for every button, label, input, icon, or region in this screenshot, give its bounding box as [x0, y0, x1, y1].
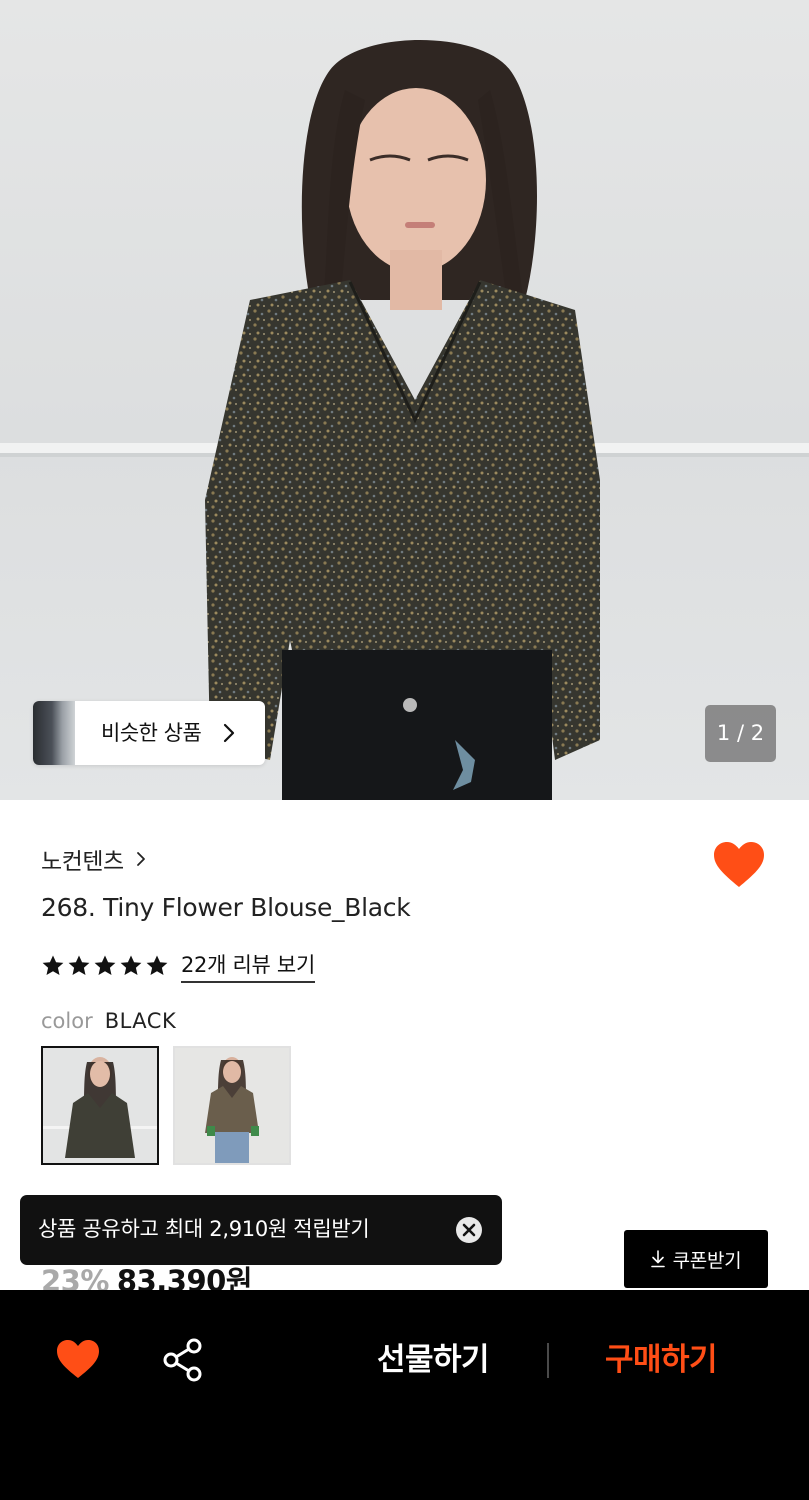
color-value: BLACK: [104, 1009, 177, 1033]
review-link[interactable]: 22개 리뷰 보기: [181, 949, 315, 983]
star-icon: [120, 955, 142, 975]
heart-icon[interactable]: [712, 840, 766, 890]
gift-button[interactable]: 선물하기: [352, 1336, 514, 1384]
heart-icon[interactable]: [55, 1338, 101, 1380]
star-icon: [68, 955, 90, 975]
swatch-image-alt: [175, 1048, 289, 1163]
color-label: color: [41, 1009, 93, 1033]
toast-message: 상품 공유하고 최대 2,910원 적립받기: [38, 1217, 370, 1241]
close-circle-icon[interactable]: [455, 1216, 483, 1244]
product-title: 268. Tiny Flower Blouse_Black: [41, 893, 411, 922]
color-swatch-black[interactable]: [41, 1046, 159, 1165]
color-swatch-alt[interactable]: [173, 1046, 291, 1165]
rating-row: 22개 리뷰 보기: [41, 948, 315, 984]
share-reward-toast: 상품 공유하고 최대 2,910원 적립받기: [20, 1195, 502, 1265]
image-pager: 1 / 2: [705, 705, 776, 762]
brand-link[interactable]: 노컨텐츠: [41, 842, 146, 876]
similar-product-thumbnail: [33, 701, 75, 765]
coupon-label: 쿠폰받기: [672, 1249, 742, 1272]
product-hero-image[interactable]: 비슷한 상품 1 / 2: [0, 0, 809, 800]
bottom-action-bar: 선물하기 구매하기: [0, 1290, 809, 1500]
star-icon: [94, 955, 116, 975]
bottom-bar-divider: [547, 1343, 549, 1378]
color-option-row: color BLACK: [41, 1009, 176, 1033]
star-icon: [42, 955, 64, 975]
chevron-right-icon: [223, 723, 235, 743]
swatch-image-black: [43, 1048, 157, 1163]
star-rating: [41, 954, 169, 978]
similar-products-label: 비슷한 상품: [101, 721, 202, 745]
star-icon: [146, 955, 168, 975]
download-icon: [650, 1250, 665, 1268]
buy-button[interactable]: 구매하기: [580, 1336, 742, 1384]
share-icon[interactable]: [162, 1338, 204, 1382]
brand-name: 노컨텐츠: [41, 849, 124, 875]
model-photo: [0, 40, 809, 800]
chevron-right-icon: [136, 852, 145, 866]
coupon-download-button[interactable]: 쿠폰받기: [624, 1230, 768, 1288]
similar-products-button[interactable]: 비슷한 상품: [33, 701, 265, 765]
